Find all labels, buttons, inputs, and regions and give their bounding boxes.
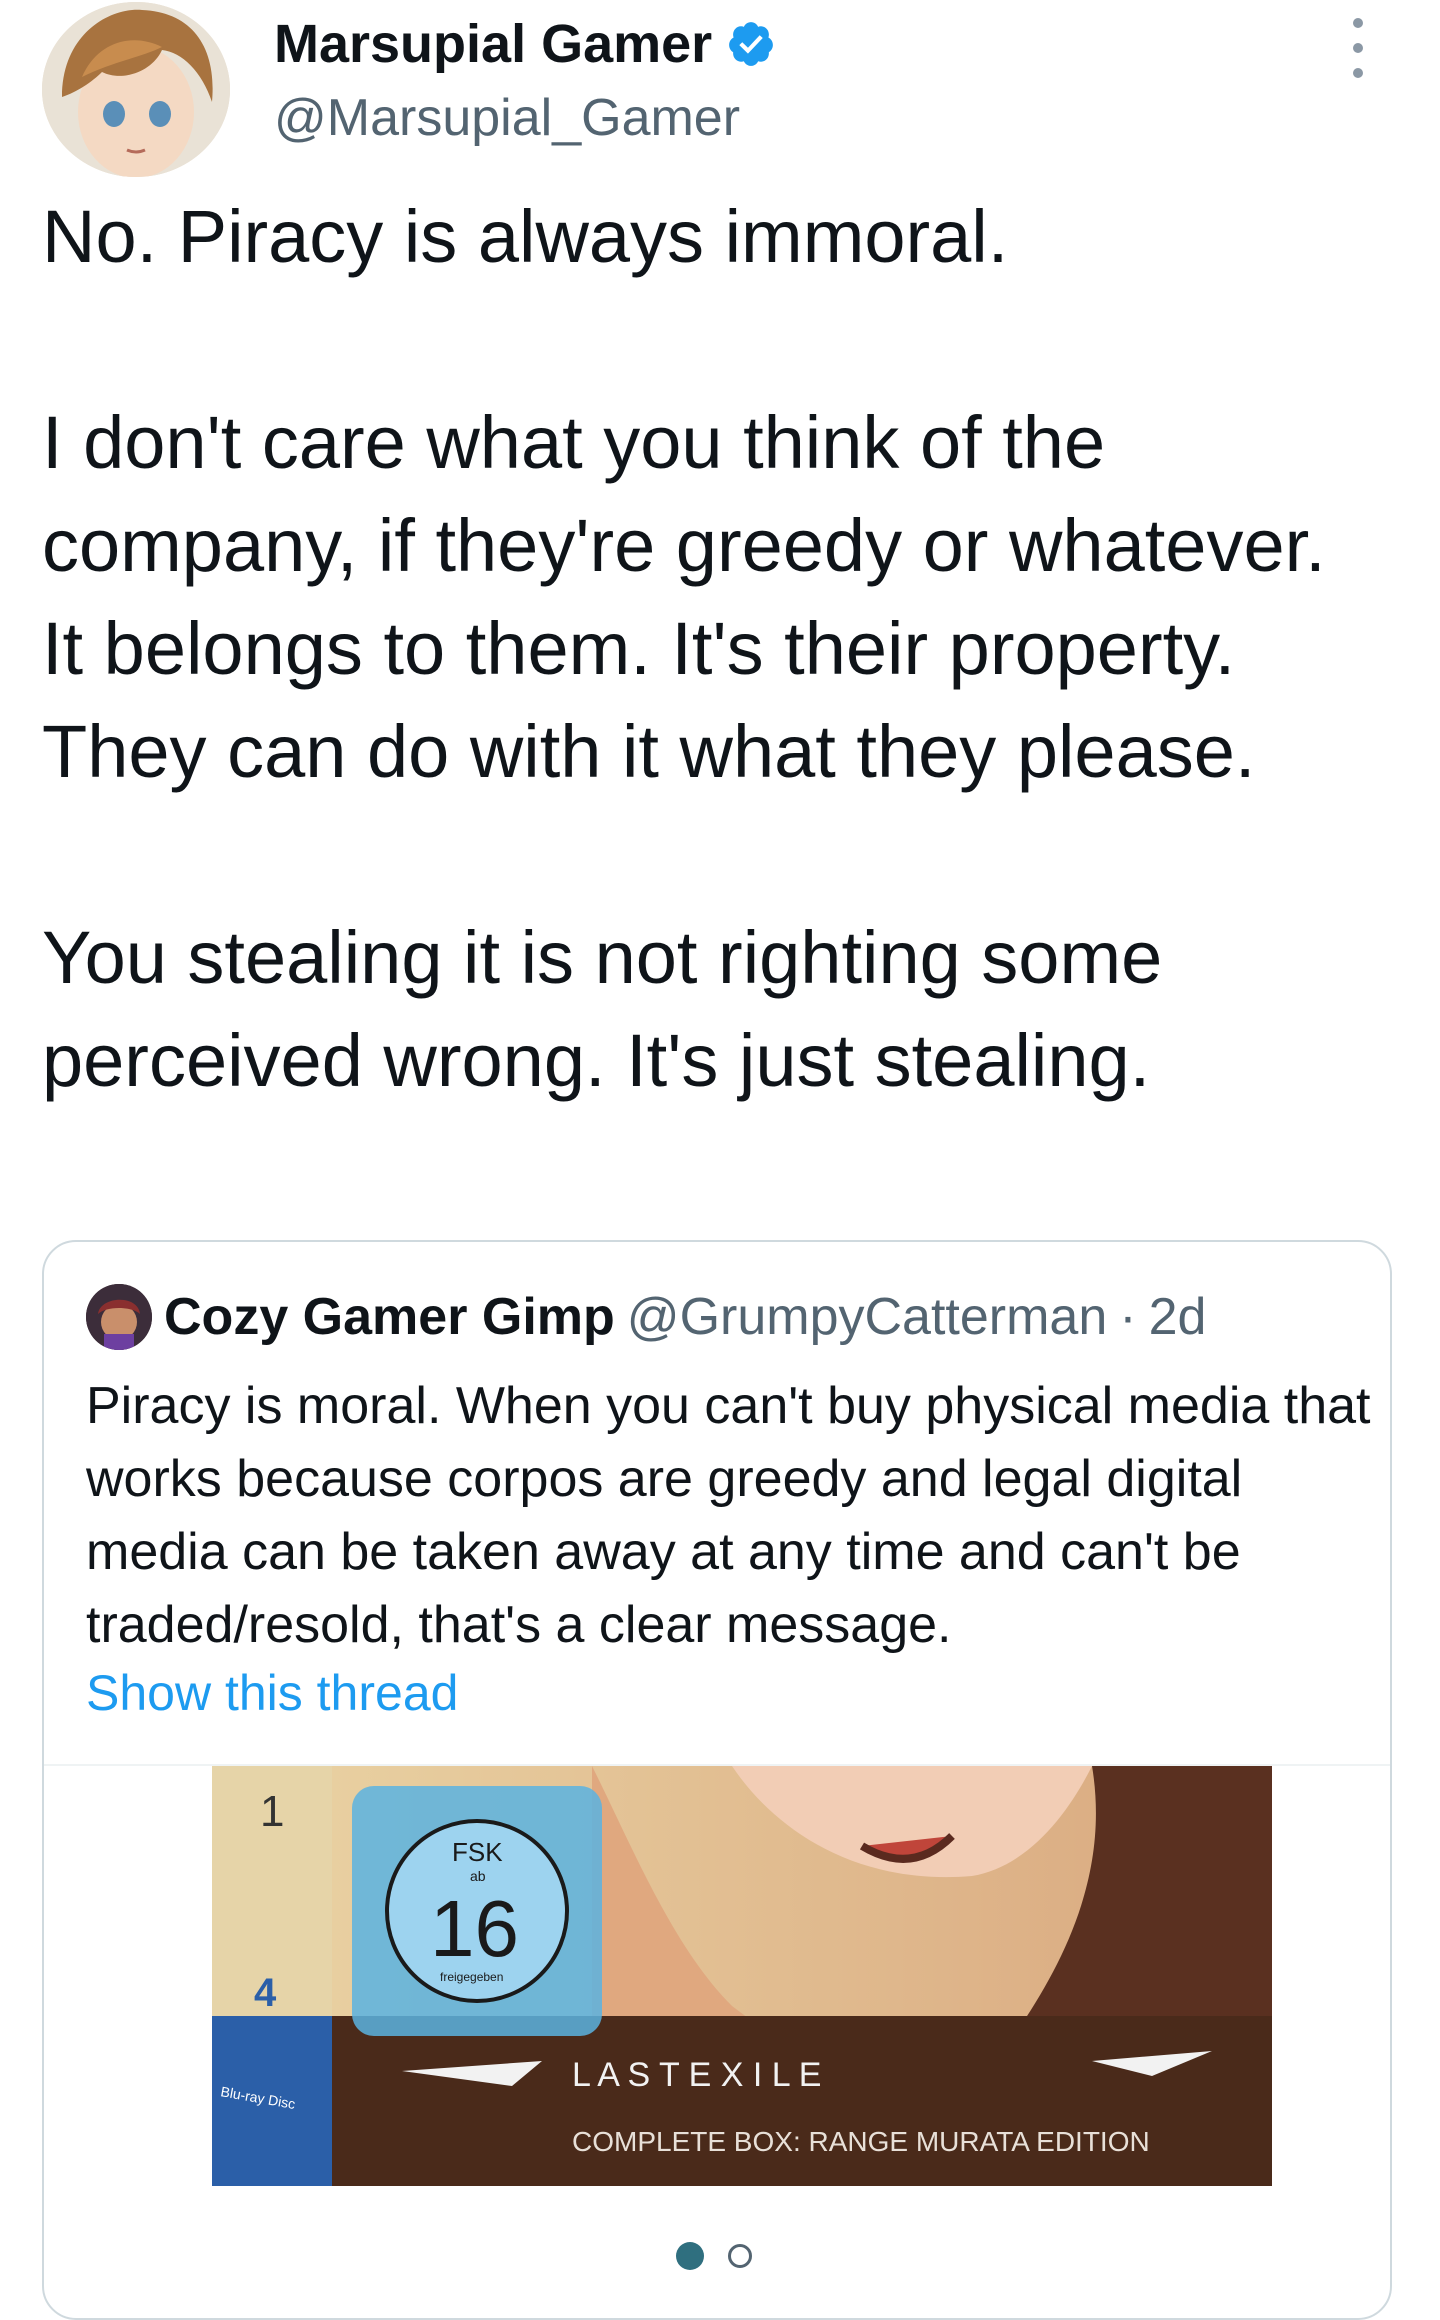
quoted-author-name[interactable]: Cozy Gamer Gimp bbox=[164, 1287, 615, 1347]
tweet-paragraph: No. Piracy is always immoral. bbox=[42, 195, 1009, 278]
show-thread-link[interactable]: Show this thread bbox=[86, 1664, 458, 1722]
author-name[interactable]: Marsupial Gamer bbox=[274, 13, 712, 75]
spine-number-top: 1 bbox=[260, 1787, 284, 1836]
tweet-paragraph: I don't care what you think of the compa… bbox=[42, 401, 1326, 793]
author-handle[interactable]: @Marsupial_Gamer bbox=[274, 88, 740, 148]
quoted-author-handle[interactable]: @GrumpyCatterman bbox=[627, 1287, 1107, 1347]
quoted-author-avatar bbox=[86, 1284, 152, 1350]
carousel-dot-active[interactable] bbox=[676, 2242, 704, 2270]
carousel-indicator bbox=[676, 2242, 752, 2270]
quoted-separator: · bbox=[1119, 1288, 1137, 1346]
box-title: L A S T E X I L E bbox=[572, 2056, 822, 2094]
quoted-tweet-header: Cozy Gamer Gimp @GrumpyCatterman · 2d bbox=[86, 1282, 1206, 1352]
tweet-paragraph: You stealing it is not righting some per… bbox=[42, 916, 1163, 1102]
spine-number: 4 bbox=[254, 1971, 277, 2015]
fsk-ab: ab bbox=[470, 1868, 486, 1884]
fsk-age: 16 bbox=[430, 1884, 519, 1973]
quoted-tweet-card[interactable]: Cozy Gamer Gimp @GrumpyCatterman · 2d Pi… bbox=[42, 1240, 1392, 2320]
quoted-tweet-text: Piracy is moral. When you can't buy phys… bbox=[86, 1377, 1371, 1654]
more-options-icon[interactable] bbox=[1348, 18, 1368, 78]
quoted-timestamp[interactable]: 2d bbox=[1149, 1287, 1207, 1347]
box-subtitle: COMPLETE BOX: RANGE MURATA EDITION bbox=[572, 2126, 1150, 2157]
author-avatar[interactable] bbox=[42, 2, 230, 177]
verified-badge-icon bbox=[729, 22, 774, 66]
carousel-dot[interactable] bbox=[728, 2244, 752, 2268]
quoted-media-image[interactable]: 1 4 Blu-ray Disc FSK ab 16 freigegeben L… bbox=[212, 1766, 1272, 2186]
author-name-row[interactable]: Marsupial Gamer bbox=[274, 12, 776, 76]
tweet-text: No. Piracy is always immoral. I don't ca… bbox=[42, 185, 1362, 1112]
fsk-label: FSK bbox=[452, 1837, 503, 1867]
fsk-sub: freigegeben bbox=[440, 1970, 503, 1984]
